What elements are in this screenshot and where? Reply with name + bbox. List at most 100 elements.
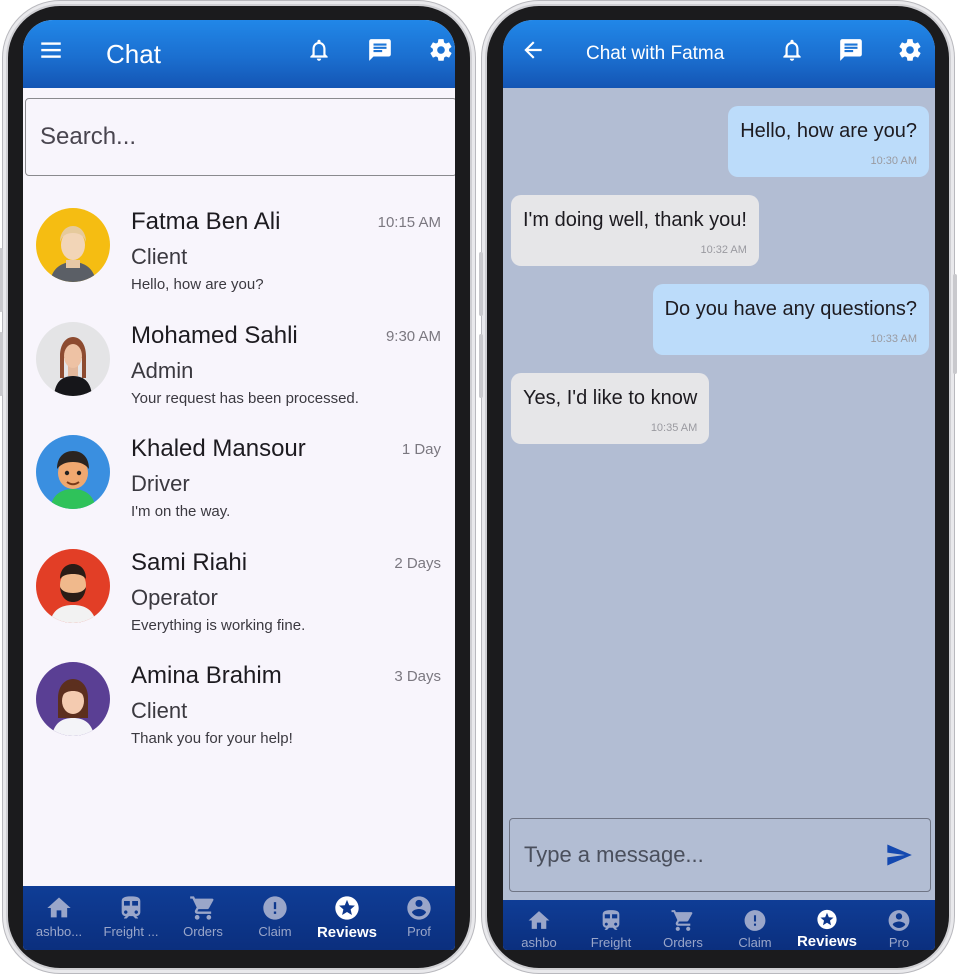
page-title: Chat [106,38,161,69]
contact-name: Fatma Ben Ali [131,208,281,235]
chat-list: Fatma Ben Ali Client Hello, how are you?… [23,196,455,764]
nav-label: Orders [183,924,223,939]
message-bubble-incoming[interactable]: I'm doing well, thank you! 10:32 AM [511,195,759,266]
message-bubble-outgoing[interactable]: Do you have any questions? 10:33 AM [652,284,929,355]
nav-freight[interactable]: Freight ... [95,886,167,950]
contact-role: Operator [131,584,218,610]
volume-button [479,252,483,316]
bottom-navigation: ashbo Freight Orders Claim Reviews Pro [503,900,935,950]
nav-reviews[interactable]: Reviews [311,886,383,950]
nav-label: Claim [738,935,772,950]
last-message: Hello, how are you? [131,276,264,293]
star-icon [817,909,837,930]
nav-label: Freight ... [103,924,159,939]
last-message: Thank you for your help! [131,730,293,747]
nav-label: Freight [590,935,632,950]
nav-claim[interactable]: Claim [239,886,311,950]
message-input[interactable] [524,842,876,868]
power-button [953,274,957,374]
nav-reviews[interactable]: Reviews [791,900,863,950]
avatar-sami [36,548,110,623]
menu-icon[interactable] [35,34,67,66]
message-time: 10:32 AM [700,244,747,256]
nav-label: Pro [888,935,910,950]
contact-role: Admin [131,357,194,383]
contact-role: Client [131,244,188,269]
message-time: 9:30 AM [385,327,441,345]
nav-dashboard[interactable]: ashbo... [23,886,95,950]
message-text: I'm doing well, thank you! [523,209,747,231]
app-bar: Chat with Fatma [503,20,935,88]
bottom-navigation: ashbo... Freight ... Orders Claim Review… [23,886,455,950]
train-icon [121,896,141,919]
volume-button [0,332,3,396]
nav-profile[interactable]: Pro [863,900,935,950]
nav-profile[interactable]: Prof [383,886,455,950]
chat-list-item[interactable]: Mohamed Sahli Admin Your request has bee… [23,310,455,424]
page-title: Chat with Fatma [586,43,725,64]
nav-orders[interactable]: Orders [167,886,239,950]
send-icon [887,844,912,866]
chat-list-item[interactable]: Fatma Ben Ali Client Hello, how are you?… [23,196,455,310]
message-time: 10:33 AM [870,333,917,345]
contact-name: Amina Brahim [131,662,282,689]
message-icon[interactable] [364,34,396,66]
contact-name: Mohamed Sahli [131,321,298,349]
gear-icon[interactable] [425,34,455,66]
cart-icon [190,896,214,920]
app-bar: Chat [23,20,455,88]
message-time: 1 Day [401,441,441,458]
last-message: Your request has been processed. [131,389,359,407]
right-phone-frame: Chat with Fatma Hello, how are you? 10:3… [479,6,957,968]
message-icon[interactable] [835,34,867,66]
bell-icon[interactable] [776,34,808,66]
contact-role: Driver [131,471,190,496]
message-time: 10:30 AM [870,155,917,167]
chat-list-item[interactable]: Amina Brahim Client Thank you for your h… [23,650,455,764]
nav-label: Claim [258,924,292,939]
message-composer [509,818,931,892]
nav-label: Prof [407,924,431,939]
chat-list-item[interactable]: Sami Riahi Operator Everything is workin… [23,537,455,651]
message-text: Do you have any questions? [664,298,917,320]
search-input[interactable] [40,123,455,151]
message-time: 3 Days [394,668,441,685]
send-button[interactable] [876,832,922,878]
contact-role: Client [131,698,188,723]
message-bubble-outgoing[interactable]: Hello, how are you? 10:30 AM [728,106,929,177]
avatar-amina [36,662,110,736]
back-arrow-icon[interactable] [517,34,549,66]
chat-list-item[interactable]: Khaled Mansour Driver I'm on the way. 1 … [23,423,455,537]
volume-button [479,334,483,398]
contact-name: Sami Riahi [131,548,248,576]
alert-icon [744,910,766,931]
last-message: Everything is working fine. [131,616,306,634]
gear-icon[interactable] [894,34,926,66]
alert-icon [263,896,287,920]
message-bubble-incoming[interactable]: Yes, I'd like to know 10:35 AM [511,373,710,444]
nav-label: Reviews [316,924,378,941]
chat-list-screen: Chat Search... Fatma Ben Ali Client Hell… [23,20,455,950]
nav-dashboard[interactable]: ashbo [503,900,575,950]
contact-name: Khaled Mansour [131,435,306,462]
message-text: Hello, how are you? [740,120,917,142]
cart-icon [671,910,693,931]
nav-label: Reviews [796,933,858,950]
search-field[interactable] [25,98,455,176]
message-time: 10:15 AM [377,214,441,231]
account-icon [888,910,910,931]
bell-icon[interactable] [303,34,335,66]
train-icon [602,910,620,930]
conversation-screen: Chat with Fatma Hello, how are you? 10:3… [503,20,935,950]
nav-label: ashbo [521,935,557,950]
nav-orders[interactable]: Orders [647,900,719,950]
nav-freight[interactable]: Freight [575,900,647,950]
last-message: I'm on the way. [131,503,231,520]
account-icon [407,896,431,920]
nav-claim[interactable]: Claim [719,900,791,950]
message-time: 2 Days [394,554,441,572]
message-text: Yes, I'd like to know [523,387,698,409]
nav-label: ashbo... [35,924,83,939]
nav-label: Orders [663,935,703,950]
message-time: 10:35 AM [650,422,698,434]
